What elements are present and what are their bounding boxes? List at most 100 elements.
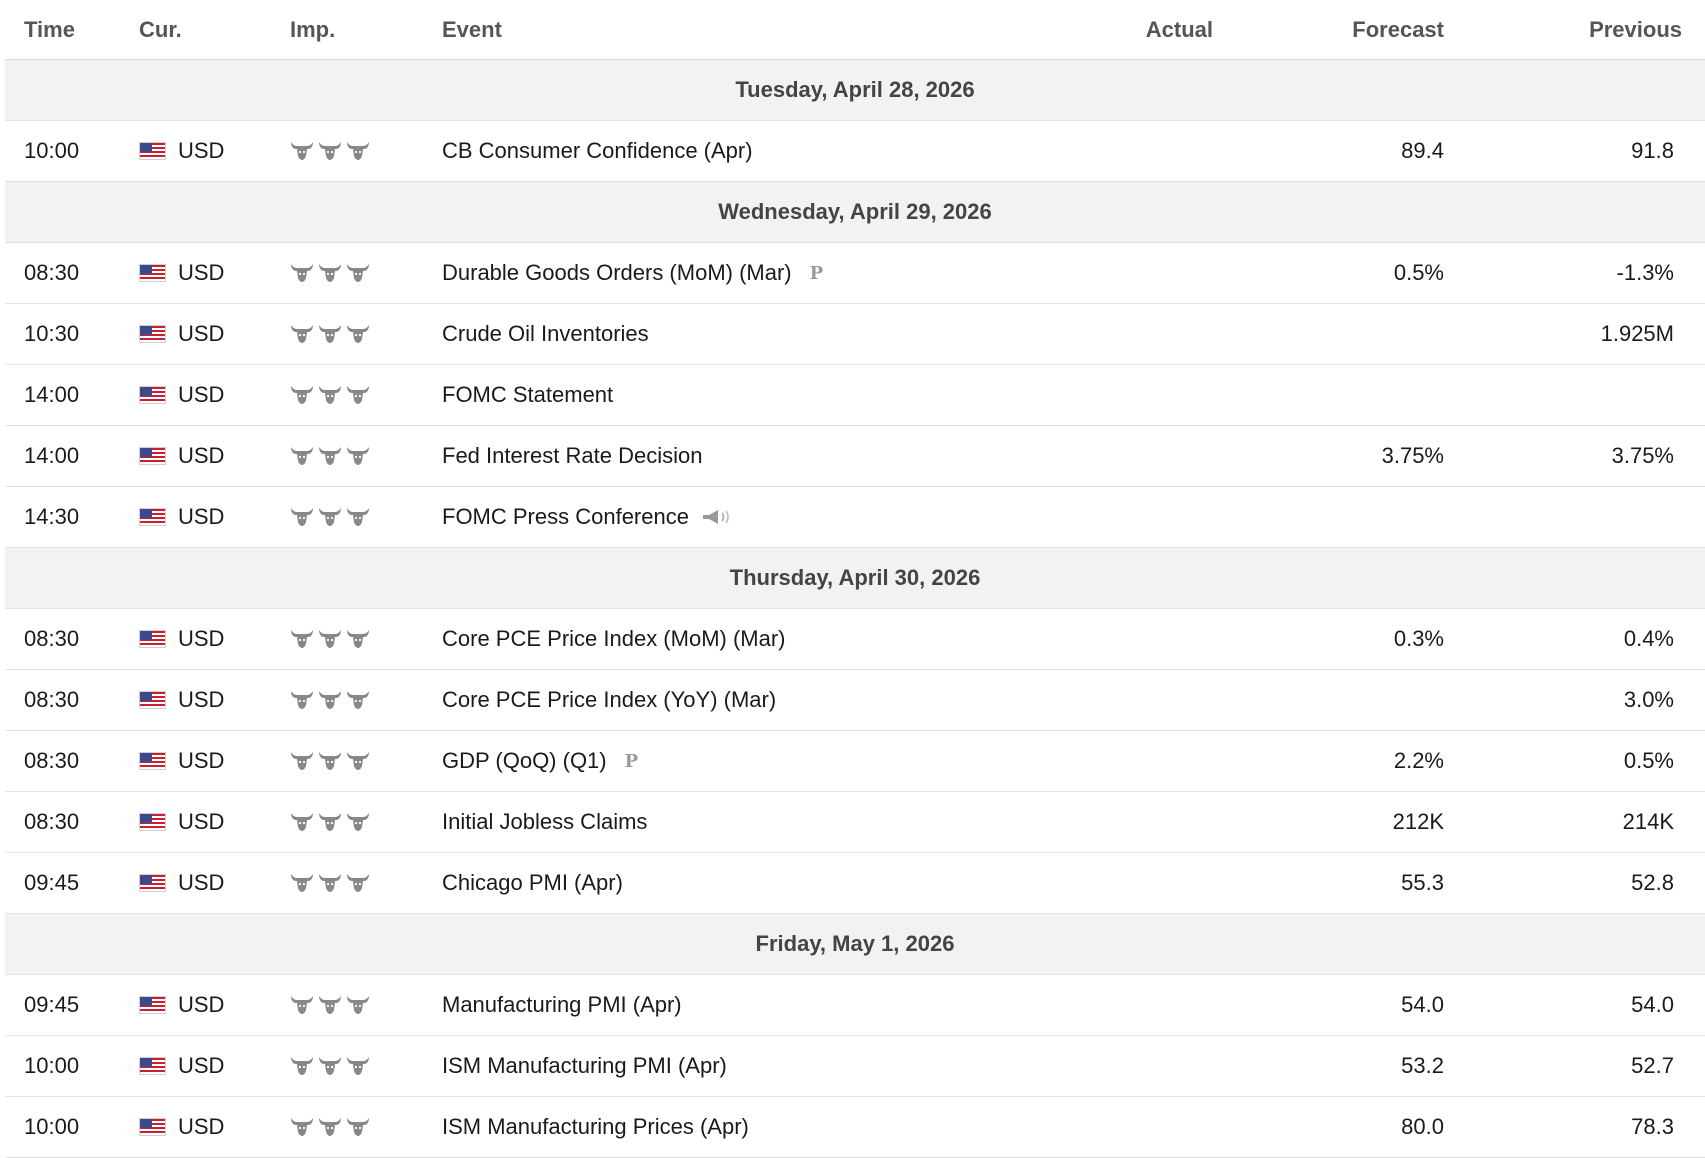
event-currency: USD — [120, 382, 270, 408]
column-header-actual[interactable]: Actual — [1027, 17, 1213, 43]
event-time: 14:00 — [24, 382, 80, 407]
bull-icon — [346, 263, 370, 283]
event-name-cell: GDP (QoQ) (Q1) P — [419, 748, 1027, 774]
event-previous: 91.8 — [1631, 138, 1674, 163]
event-name-cell: ISM Manufacturing PMI (Apr) — [419, 1053, 1027, 1079]
event-time: 14:00 — [24, 443, 80, 468]
event-row[interactable]: 08:30 USD Core PCE Price Index (MoM) (Mar)… — [5, 609, 1705, 670]
importance-rating — [270, 629, 419, 649]
event-name-link[interactable]: Chicago PMI (Apr) — [442, 870, 623, 896]
column-header-previous[interactable]: Previous — [1444, 17, 1692, 43]
bull-icon — [318, 1117, 342, 1137]
event-row[interactable]: 09:45 USD Chicago PMI (Apr) 55.3 52.8 — [5, 853, 1705, 914]
event-previous: 52.8 — [1631, 870, 1674, 895]
event-row[interactable]: 08:30 USD Initial Jobless Claims 212K 214K — [5, 792, 1705, 853]
currency-code: USD — [178, 748, 225, 773]
currency-code: USD — [178, 992, 225, 1017]
column-header-currency[interactable]: Cur. — [120, 17, 270, 43]
bull-icon — [290, 385, 314, 405]
event-previous: 3.75% — [1611, 443, 1674, 468]
currency-code: USD — [178, 1114, 225, 1139]
bull-icon — [318, 263, 342, 283]
importance-rating — [270, 995, 419, 1015]
event-previous: 214K — [1622, 809, 1674, 834]
bull-icon — [290, 629, 314, 649]
bull-icon — [346, 507, 370, 527]
event-name-link[interactable]: Fed Interest Rate Decision — [442, 443, 702, 469]
importance-rating — [270, 446, 419, 466]
event-name-link[interactable]: GDP (QoQ) (Q1) — [442, 748, 607, 774]
event-name-link[interactable]: CB Consumer Confidence (Apr) — [442, 138, 753, 164]
bull-icon — [346, 1117, 370, 1137]
us-flag-icon — [139, 813, 166, 831]
table-header: Time Cur. Imp. Event Actual Forecast Pre… — [5, 0, 1705, 60]
event-time: 08:30 — [24, 809, 80, 834]
event-row[interactable]: 14:30 USD FOMC Press Conference — [5, 487, 1705, 548]
bull-icon — [290, 141, 314, 161]
event-row[interactable]: 08:30 USD GDP (QoQ) (Q1) P 2.2% 0.5% — [5, 731, 1705, 792]
event-row[interactable]: 14:00 USD Fed Interest Rate Decision 3.75% 3… — [5, 426, 1705, 487]
event-row[interactable]: 10:00 USD CB Consumer Confidence (Apr) 89.4… — [5, 121, 1705, 182]
event-row[interactable]: 08:30 USD Core PCE Price Index (YoY) (Mar)… — [5, 670, 1705, 731]
bull-icon — [290, 263, 314, 283]
event-row[interactable]: 10:00 USD ISM Manufacturing Prices (Apr) 80… — [5, 1097, 1705, 1158]
event-name-link[interactable]: ISM Manufacturing Prices (Apr) — [442, 1114, 749, 1140]
bull-icon — [346, 690, 370, 710]
event-name-link[interactable]: Manufacturing PMI (Apr) — [442, 992, 682, 1018]
event-name-link[interactable]: Crude Oil Inventories — [442, 321, 649, 347]
event-time: 08:30 — [24, 748, 80, 773]
column-header-importance[interactable]: Imp. — [270, 17, 419, 43]
us-flag-icon — [139, 1057, 166, 1075]
event-row[interactable]: 14:00 USD FOMC Statement — [5, 365, 1705, 426]
event-row[interactable]: 08:30 USD Durable Goods Orders (MoM) (Mar)… — [5, 243, 1705, 304]
event-time: 10:00 — [24, 1053, 80, 1078]
event-previous: 1.925M — [1600, 321, 1674, 346]
bull-icon — [318, 507, 342, 527]
event-name-cell: Initial Jobless Claims — [419, 809, 1027, 835]
event-row[interactable]: 10:30 USD Crude Oil Inventories 1.925M — [5, 304, 1705, 365]
currency-code: USD — [178, 1053, 225, 1078]
us-flag-icon — [139, 691, 166, 709]
event-currency: USD — [120, 992, 270, 1018]
importance-rating — [270, 141, 419, 161]
us-flag-icon — [139, 447, 166, 465]
speech-icon — [701, 508, 733, 526]
bull-icon — [318, 873, 342, 893]
event-row[interactable]: 10:00 USD ISM Manufacturing PMI (Apr) 53.2 5… — [5, 1036, 1705, 1097]
event-name-cell: ISM Manufacturing Prices (Apr) — [419, 1114, 1027, 1140]
event-name-link[interactable]: Core PCE Price Index (MoM) (Mar) — [442, 626, 786, 652]
event-name-link[interactable]: FOMC Statement — [442, 382, 613, 408]
event-time: 08:30 — [24, 687, 80, 712]
column-header-event[interactable]: Event — [419, 17, 1027, 43]
event-time: 10:30 — [24, 321, 80, 346]
bull-icon — [290, 324, 314, 344]
bull-icon — [290, 446, 314, 466]
day-header-row: Wednesday, April 29, 2026 — [5, 182, 1705, 243]
bull-icon — [290, 1117, 314, 1137]
event-name-link[interactable]: Initial Jobless Claims — [442, 809, 647, 835]
column-header-forecast[interactable]: Forecast — [1213, 17, 1444, 43]
importance-rating — [270, 385, 419, 405]
event-previous: 52.7 — [1631, 1053, 1674, 1078]
bull-icon — [346, 995, 370, 1015]
currency-code: USD — [178, 809, 225, 834]
event-name-link[interactable]: Core PCE Price Index (YoY) (Mar) — [442, 687, 776, 713]
preliminary-icon: P — [624, 750, 639, 772]
bull-icon — [290, 1056, 314, 1076]
importance-rating — [270, 812, 419, 832]
us-flag-icon — [139, 996, 166, 1014]
event-currency: USD — [120, 443, 270, 469]
event-name-link[interactable]: Durable Goods Orders (MoM) (Mar) — [442, 260, 792, 286]
bull-icon — [318, 141, 342, 161]
column-header-time[interactable]: Time — [5, 17, 120, 43]
us-flag-icon — [139, 386, 166, 404]
event-time: 08:30 — [24, 626, 80, 651]
event-row[interactable]: 09:45 USD Manufacturing PMI (Apr) 54.0 54.0 — [5, 975, 1705, 1036]
event-forecast: 2.2% — [1393, 748, 1444, 773]
day-label: Thursday, April 30, 2026 — [729, 565, 981, 590]
us-flag-icon — [139, 264, 166, 282]
event-currency: USD — [120, 809, 270, 835]
event-name-link[interactable]: ISM Manufacturing PMI (Apr) — [442, 1053, 727, 1079]
event-name-link[interactable]: FOMC Press Conference — [442, 504, 689, 530]
event-forecast: 212K — [1392, 809, 1444, 834]
